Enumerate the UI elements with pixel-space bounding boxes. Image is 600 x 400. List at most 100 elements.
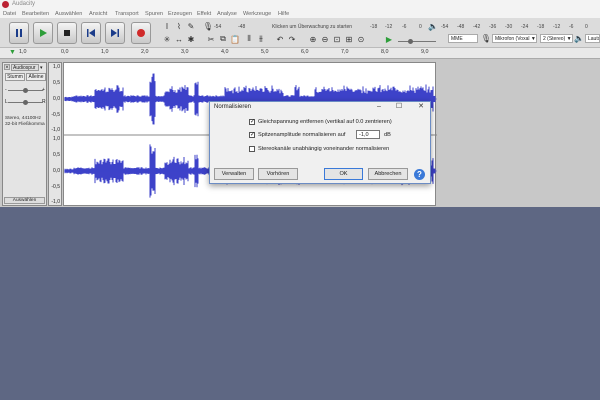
- dc-offset-label: Gleichspannung entfernen (vertikal auf 0…: [258, 119, 392, 125]
- scale-label: -1,0: [51, 199, 60, 205]
- play-button[interactable]: [33, 22, 53, 44]
- copy-icon[interactable]: ⧉: [218, 34, 228, 44]
- draw-tool-icon[interactable]: ✎: [186, 21, 196, 31]
- stop-button[interactable]: [57, 22, 77, 44]
- zoom-in-icon[interactable]: ⊕: [308, 34, 318, 44]
- ruler-tick: 8,0: [381, 49, 389, 55]
- cut-icon[interactable]: ✂: [206, 34, 216, 44]
- microphone-icon: 🎙: [202, 21, 214, 31]
- selection-tool-icon[interactable]: I: [162, 21, 172, 31]
- solo-button[interactable]: Alleine: [26, 73, 46, 81]
- pan-slider[interactable]: [8, 100, 43, 105]
- mute-button[interactable]: Stumm: [5, 73, 25, 81]
- zoom-toggle-icon[interactable]: ⊙: [356, 34, 366, 44]
- cancel-button[interactable]: Abbrechen: [368, 168, 408, 180]
- record-meter-tick: 0: [419, 24, 422, 30]
- multi-tool-icon[interactable]: ✱: [186, 34, 196, 44]
- menu-bearbeiten[interactable]: Bearbeiten: [22, 11, 49, 17]
- slider-knob[interactable]: [408, 39, 413, 44]
- minimize-icon[interactable]: –: [372, 102, 386, 112]
- play-meter-tick: -48: [457, 24, 465, 30]
- speaker-icon: 🔈: [574, 33, 584, 43]
- timeline-ruler[interactable]: ▼ 1,0 0,0 1,0 2,0 3,0 4,0 5,0 6,0 7,0 8,…: [0, 48, 600, 59]
- gain-slider[interactable]: [8, 88, 43, 93]
- help-button[interactable]: ?: [414, 169, 425, 180]
- fit-project-icon[interactable]: ⊞: [344, 34, 354, 44]
- maximize-icon[interactable]: ☐: [392, 102, 406, 112]
- silence-icon[interactable]: ⫵: [256, 34, 266, 44]
- close-icon[interactable]: ✕: [414, 102, 428, 112]
- scale-label: 1,0: [53, 64, 60, 70]
- scale-label: 0,0: [53, 168, 60, 174]
- peak-normalize-label: Spitzenamplitude normalisieren auf: [258, 132, 346, 138]
- scale-label: 0,5: [53, 80, 60, 86]
- trim-icon[interactable]: ⫴: [244, 34, 254, 44]
- paste-icon[interactable]: 📋: [230, 34, 240, 44]
- window-title: Audacity: [12, 1, 36, 7]
- ruler-tick: 6,0: [301, 49, 309, 55]
- pause-button[interactable]: [9, 22, 29, 44]
- playback-speed-slider[interactable]: [398, 39, 436, 44]
- preview-button[interactable]: Vorhören: [258, 168, 298, 180]
- device-toolbar: MME 🎙 Mikrofon (Voxal ▼ 2 (Stereo) ▼ 🔈 L…: [440, 33, 600, 45]
- slider-knob[interactable]: [23, 88, 28, 93]
- skip-to-start-button[interactable]: [81, 22, 101, 44]
- speaker-icon: 🔈: [428, 21, 438, 31]
- track-control-panel: × Audiospur ▾ Stumm Alleine - + L R Ster…: [2, 62, 47, 206]
- title-bar: Audacity: [0, 0, 600, 9]
- track-select-button[interactable]: Auswählen: [4, 197, 45, 204]
- track-name-button[interactable]: Audiospur: [11, 64, 39, 71]
- menu-werkzeuge[interactable]: Werkzeuge: [243, 11, 271, 17]
- menu-transport[interactable]: Transport: [115, 11, 139, 17]
- menu-erzeugen[interactable]: Erzeugen: [168, 11, 192, 17]
- play-meter-tick: -30: [505, 24, 513, 30]
- timeshift-tool-icon[interactable]: ↔: [174, 34, 184, 44]
- ok-button[interactable]: OK: [324, 168, 363, 180]
- recording-device-select[interactable]: Mikrofon (Voxal ▼: [492, 34, 537, 43]
- fit-selection-icon[interactable]: ⊡: [332, 34, 342, 44]
- slider-knob[interactable]: [23, 100, 28, 105]
- dc-offset-checkbox[interactable]: ✓: [249, 119, 255, 125]
- chevron-down-icon[interactable]: ▾: [40, 65, 43, 71]
- track-close-icon[interactable]: ×: [4, 64, 10, 71]
- scale-label: 0,5: [53, 152, 60, 158]
- play-meter-tick: -12: [553, 24, 561, 30]
- skip-end-icon: [111, 29, 119, 37]
- menu-effekt[interactable]: Effekt: [197, 11, 211, 17]
- peak-amplitude-input[interactable]: -1,0: [356, 130, 380, 139]
- host-select[interactable]: MME: [448, 34, 478, 43]
- zoom-out-icon[interactable]: ⊖: [320, 34, 330, 44]
- menu-datei[interactable]: Datei: [3, 11, 16, 17]
- volume-minus-icon: -: [5, 87, 7, 93]
- play-meter-tick: -42: [473, 24, 481, 30]
- ruler-tick: 4,0: [221, 49, 229, 55]
- play-meter-tick: -24: [521, 24, 529, 30]
- zoom-tool-icon[interactable]: ✳: [162, 34, 172, 44]
- stereo-independent-checkbox[interactable]: [249, 146, 255, 152]
- record-button[interactable]: [131, 22, 151, 44]
- ruler-tick: 3,0: [181, 49, 189, 55]
- menu-auswaehlen[interactable]: Auswählen: [55, 11, 82, 17]
- vertical-scale[interactable]: 1,0 0,5 0,0 -0,5 -1,0 1,0 0,5 0,0 -0,5 -…: [48, 62, 62, 206]
- ruler-tick: 5,0: [261, 49, 269, 55]
- channels-select[interactable]: 2 (Stereo) ▼: [540, 34, 573, 43]
- menu-ansicht[interactable]: Ansicht: [89, 11, 107, 17]
- redo-icon[interactable]: ↷: [287, 34, 297, 44]
- envelope-tool-icon[interactable]: ⌇: [174, 21, 184, 31]
- play-at-speed-icon[interactable]: ▶: [384, 34, 394, 44]
- pause-icon: [16, 29, 22, 37]
- menu-spuren[interactable]: Spuren: [145, 11, 163, 17]
- undo-icon[interactable]: ↶: [275, 34, 285, 44]
- menu-analyse[interactable]: Analyse: [217, 11, 237, 17]
- scale-label: 0,0: [53, 96, 60, 102]
- skip-to-end-button[interactable]: [105, 22, 125, 44]
- pin-head-icon[interactable]: ▼: [9, 49, 16, 56]
- manage-button[interactable]: Verwalten: [214, 168, 254, 180]
- scale-label: -0,5: [51, 184, 60, 190]
- ruler-tick: 1,0: [19, 49, 27, 55]
- record-meter-hint[interactable]: Klicken um Überwachung zu starten: [272, 24, 352, 30]
- play-meter-tick: -18: [537, 24, 545, 30]
- playback-device-select[interactable]: Lautspre: [585, 34, 600, 43]
- peak-normalize-checkbox[interactable]: ✓: [249, 132, 255, 138]
- menu-hilfe[interactable]: Hilfe: [278, 11, 289, 17]
